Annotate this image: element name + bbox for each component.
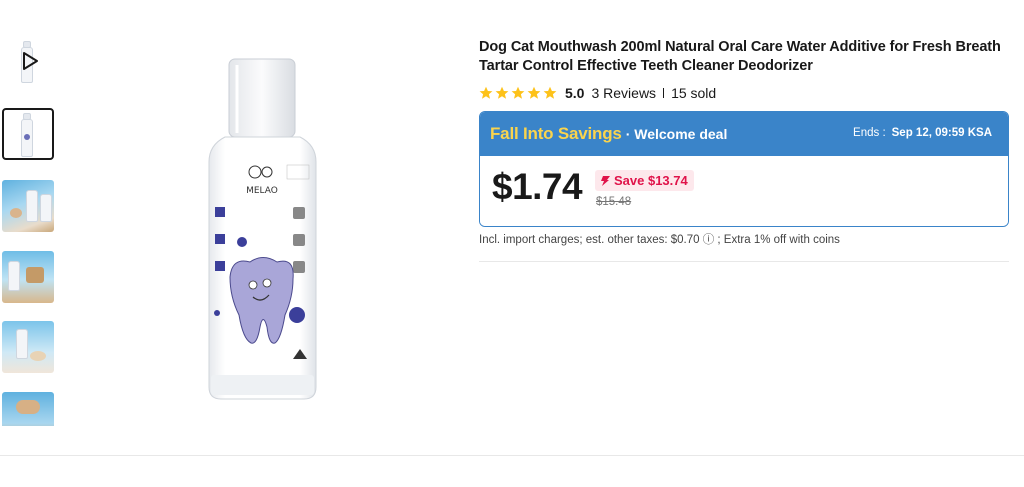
star-rating — [479, 86, 557, 100]
bottle-body — [40, 194, 52, 222]
thumbnail-image-3[interactable] — [2, 251, 54, 303]
product-info: Dog Cat Mouthwash 200ml Natural Oral Car… — [479, 38, 1009, 262]
thumbnail-image-1[interactable] — [2, 108, 54, 160]
bottle-body — [26, 190, 38, 222]
original-price: $15.48 — [596, 196, 632, 208]
pet-graphic — [16, 400, 40, 414]
reviews-link[interactable]: 3 Reviews — [591, 85, 656, 101]
deal-countdown: Ends : Sep 12, 09:59 KSA — [853, 127, 992, 139]
rating-value: 5.0 — [565, 85, 585, 101]
divider — [0, 455, 1024, 456]
star-icon — [511, 86, 525, 99]
star-icon — [527, 86, 541, 99]
deal-subtitle: · Welcome deal — [625, 126, 728, 142]
thumbnail-image-5[interactable] — [2, 392, 54, 426]
bottle-body — [16, 329, 28, 359]
star-icon — [543, 86, 557, 99]
brand-text: MELAO — [246, 186, 278, 196]
price-area: $1.74 Save $13.74 $15.48 — [480, 156, 1008, 226]
main-product-image: MELAO — [208, 58, 317, 400]
flame-icon — [601, 175, 610, 186]
play-icon — [23, 52, 38, 70]
star-icon — [479, 86, 493, 99]
box-graphic — [26, 267, 44, 283]
rating-row: 5.0 3 Reviews 15 sold — [479, 84, 1009, 102]
star-icon — [495, 86, 509, 99]
thumbnail-gallery — [2, 36, 56, 426]
bottle-body — [8, 261, 20, 291]
ends-value: Sep 12, 09:59 KSA — [891, 127, 992, 139]
pet-graphic — [30, 351, 46, 361]
sold-count: 15 sold — [671, 85, 717, 101]
import-charges-note: Incl. import charges; est. other taxes: … — [479, 234, 840, 246]
deal-name: Fall Into Savings — [490, 124, 622, 143]
thumbnail-image-2[interactable] — [2, 180, 54, 232]
product-title: Dog Cat Mouthwash 200ml Natural Oral Car… — [479, 39, 1001, 74]
thumbnail-image-4[interactable] — [2, 321, 54, 373]
current-price: $1.74 — [492, 166, 583, 207]
thumbnail-video[interactable] — [2, 36, 54, 88]
ends-label: Ends : — [853, 127, 886, 139]
pet-graphic — [10, 208, 22, 218]
divider — [479, 261, 1009, 262]
label-graphic — [24, 134, 30, 140]
deal-header: Fall Into Savings · Welcome deal Ends : S… — [480, 112, 1008, 156]
save-badge: Save $13.74 — [595, 170, 694, 191]
save-amount: Save $13.74 — [614, 173, 688, 188]
deal-box: Fall Into Savings · Welcome deal Ends : S… — [479, 111, 1009, 227]
divider — [663, 88, 665, 98]
